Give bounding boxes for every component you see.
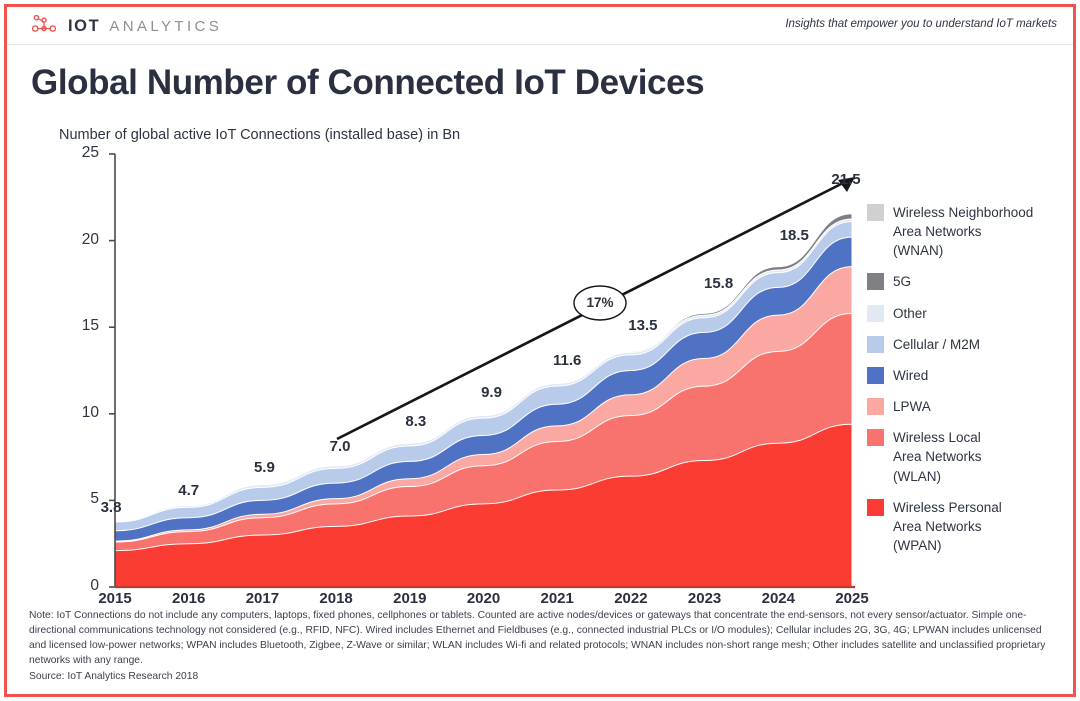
y-axis-tick-label: 20 bbox=[81, 230, 99, 248]
x-axis-tick-label: 2024 bbox=[761, 590, 795, 607]
legend-swatch-icon bbox=[867, 498, 884, 516]
data-label: 5.9 bbox=[253, 458, 275, 476]
chart-legend: Wireless Neighborhood Area Networks (WNAN)… bbox=[867, 203, 1067, 567]
footnote-note: Note: IoT Connections do not include any… bbox=[29, 610, 1046, 667]
legend-item[interactable]: Wireless Personal Area Networks (WPAN) bbox=[867, 498, 1067, 555]
x-axis-tick-label: 2018 bbox=[319, 590, 353, 607]
data-label: 21.5 bbox=[831, 170, 861, 188]
legend-item-label: 5G bbox=[893, 274, 912, 290]
x-axis-tick-label: 2015 bbox=[98, 590, 132, 607]
legend-item-label: Wired bbox=[893, 367, 929, 383]
legend-item-label: Wireless Neighborhood Area Networks (WNAN) bbox=[893, 205, 1034, 259]
x-axis-tick-label: 2017 bbox=[245, 590, 280, 607]
infographic-frame: IOT ANALYTICS Insights that empower you … bbox=[4, 4, 1076, 697]
footnote-source: Source: IoT Analytics Research 2018 bbox=[29, 670, 199, 682]
legend-item[interactable]: Other bbox=[867, 304, 1067, 323]
legend-swatch-icon bbox=[867, 398, 884, 416]
legend-item[interactable]: Cellular / M2M bbox=[867, 335, 1067, 354]
legend-item[interactable]: 5G bbox=[867, 272, 1067, 291]
legend-swatch-icon bbox=[867, 366, 884, 384]
x-axis-tick-label: 2020 bbox=[466, 590, 501, 607]
x-axis-tick-label: 2019 bbox=[393, 590, 427, 607]
legend-item[interactable]: Wireless Local Area Networks (WLAN) bbox=[867, 428, 1067, 485]
y-axis-tick-label: 15 bbox=[81, 317, 99, 335]
legend-item[interactable]: Wireless Neighborhood Area Networks (WNAN) bbox=[867, 203, 1067, 260]
data-label: 13.5 bbox=[628, 317, 658, 335]
x-axis-tick-label: 2025 bbox=[835, 590, 869, 607]
legend-item-label: Other bbox=[893, 305, 927, 321]
data-label: 18.5 bbox=[779, 226, 809, 244]
legend-item-label: Wireless Local Area Networks (WLAN) bbox=[893, 430, 982, 484]
data-label: 11.6 bbox=[553, 352, 582, 370]
legend-item-label: Wireless Personal Area Networks (WPAN) bbox=[893, 499, 1002, 554]
legend-swatch-icon bbox=[867, 204, 884, 221]
x-axis-tick-label: 2022 bbox=[614, 590, 648, 607]
x-axis-tick-label: 2021 bbox=[540, 590, 574, 607]
legend-swatch-icon bbox=[867, 273, 884, 291]
data-label: 3.8 bbox=[100, 499, 122, 517]
legend-swatch-icon bbox=[867, 304, 884, 322]
x-axis-tick-label: 2016 bbox=[172, 590, 206, 607]
footnote-block: Note: IoT Connections do not include any… bbox=[29, 608, 1059, 684]
y-axis-tick-label: 10 bbox=[81, 403, 99, 421]
cagr-percent-label: 17% bbox=[586, 295, 614, 310]
legend-swatch-icon bbox=[867, 429, 884, 447]
data-label: 8.3 bbox=[405, 413, 427, 431]
data-label: 15.8 bbox=[703, 275, 734, 293]
x-axis-tick-label: 2023 bbox=[687, 590, 722, 607]
legend-item-label: LPWA bbox=[893, 399, 931, 415]
legend-item[interactable]: LPWA bbox=[867, 397, 1067, 416]
legend-swatch-icon bbox=[867, 335, 884, 353]
data-label: 4.7 bbox=[178, 481, 200, 499]
y-axis-tick-label: 25 bbox=[81, 144, 99, 161]
data-label: 9.9 bbox=[481, 383, 502, 401]
legend-item-label: Cellular / M2M bbox=[893, 336, 981, 352]
data-label: 7.0 bbox=[329, 437, 351, 455]
legend-item[interactable]: Wired bbox=[867, 366, 1067, 385]
